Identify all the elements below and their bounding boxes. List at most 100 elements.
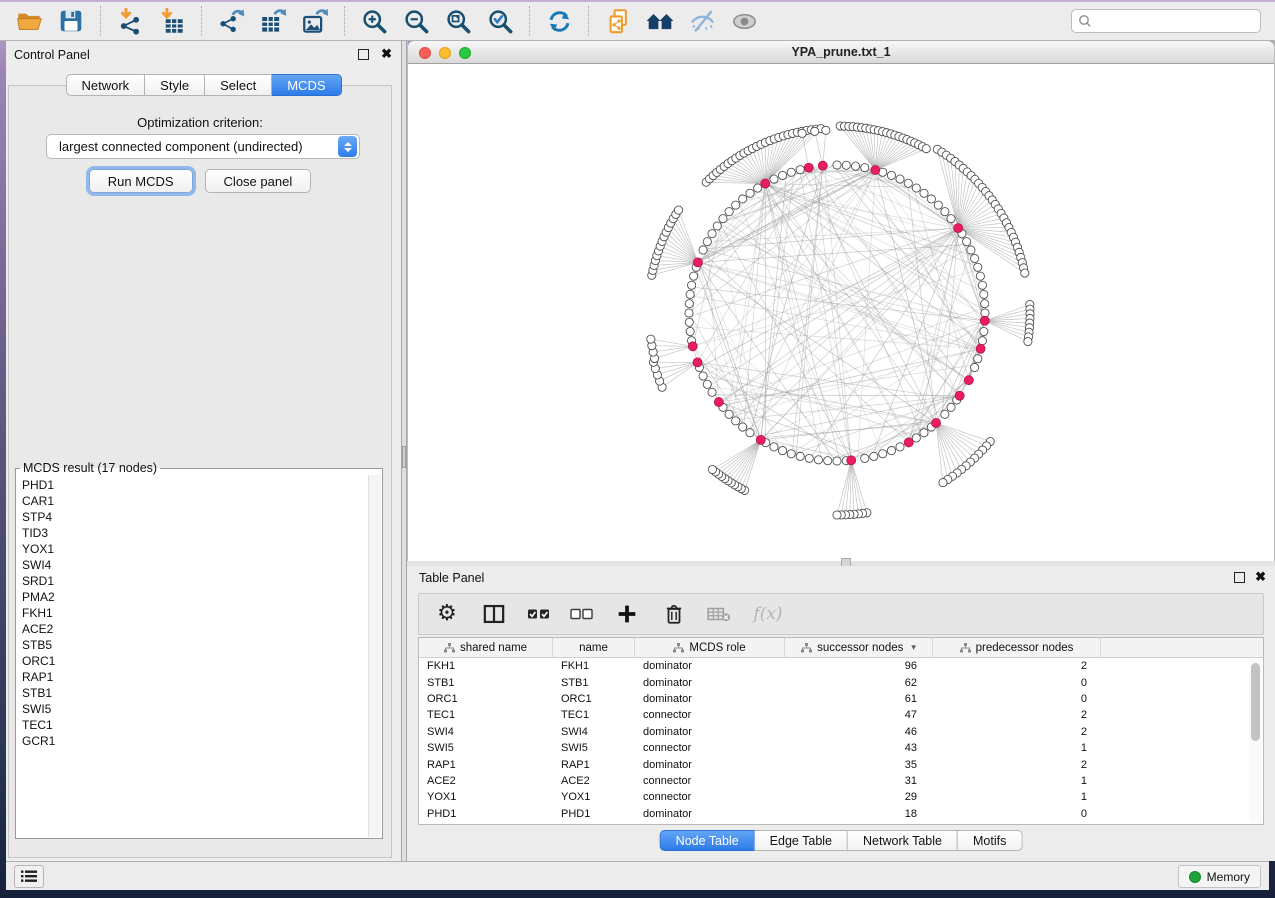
network-node[interactable] [896,175,904,183]
table-row[interactable]: SWI4SWI4dominator462 [419,724,1263,740]
network-node[interactable] [833,457,841,465]
network-node[interactable] [861,454,869,462]
network-node[interactable] [912,184,920,192]
add-column-icon[interactable] [613,600,641,628]
network-node[interactable] [686,290,694,298]
network-node[interactable] [686,327,694,335]
network-node[interactable] [971,363,979,371]
mcds-node[interactable] [847,456,856,465]
table-row[interactable]: ORC1ORC1dominator610 [419,691,1263,707]
network-node[interactable] [787,450,795,458]
criterion-dropdown[interactable]: largest connected component (undirected) [46,134,360,159]
network-node[interactable] [699,246,707,254]
network-node[interactable] [787,168,795,176]
tab-select[interactable]: Select [205,74,272,96]
network-node[interactable] [980,327,988,335]
network-node[interactable] [688,281,696,289]
network-node[interactable] [939,479,947,487]
mcds-result-item[interactable]: STB5 [22,637,368,653]
network-node[interactable] [978,281,986,289]
network-node[interactable] [796,166,804,174]
delete-column-trash-icon[interactable] [660,600,688,628]
mcds-result-item[interactable]: SWI5 [22,701,368,717]
network-node[interactable] [814,456,822,464]
network-node[interactable] [725,410,733,418]
mcds-result-list[interactable]: PHD1CAR1STP4TID3YOX1SWI4SRD1PMA2FKH1ACE2… [16,477,368,838]
column-chooser-icon[interactable] [480,600,508,628]
mcds-result-item[interactable]: ACE2 [22,621,368,637]
mcds-result-item[interactable]: PMA2 [22,589,368,605]
tab-motifs[interactable]: Motifs [958,830,1022,851]
table-row[interactable]: TEC1TEC1connector472 [419,707,1263,723]
node-table[interactable]: shared namenameMCDS rolesuccessor nodes▾… [418,637,1264,825]
network-node[interactable] [887,447,895,455]
tab-network[interactable]: Network [65,74,145,96]
import-network-icon[interactable] [115,6,145,36]
mcds-node[interactable] [761,179,770,188]
search-input[interactable] [1092,14,1254,28]
network-node[interactable] [770,443,778,451]
network-node[interactable] [976,272,984,280]
network-node[interactable] [967,246,975,254]
table-row[interactable]: ACE2ACE2connector311 [419,773,1263,789]
tab-node-table[interactable]: Node Table [660,830,755,851]
column-header-successor-nodes[interactable]: successor nodes▾ [785,638,933,657]
save-session-icon[interactable] [56,6,86,36]
network-node[interactable] [732,201,740,209]
table-settings-gear-icon[interactable]: ⚙ [433,600,461,628]
network-node[interactable] [824,457,832,465]
refresh-view-icon[interactable] [544,6,574,36]
mcds-result-item[interactable]: GCR1 [22,733,368,749]
network-node[interactable] [904,179,912,187]
mcds-node[interactable] [932,418,941,427]
mcds-result-item[interactable]: SWI4 [22,557,368,573]
export-image-icon[interactable] [300,6,330,36]
network-node[interactable] [963,238,971,246]
float-panel-icon[interactable] [1234,572,1245,583]
copy-network-icon[interactable] [603,6,633,36]
hide-selected-icon[interactable] [687,6,717,36]
network-node[interactable] [927,195,935,203]
mcds-node[interactable] [818,161,827,170]
network-node[interactable] [778,171,786,179]
mcds-node[interactable] [954,224,963,233]
first-neighbors-icon[interactable] [645,6,675,36]
scrollbar-thumb[interactable] [1251,663,1260,741]
column-header-predecessor-nodes[interactable]: predecessor nodes [933,638,1101,657]
network-node[interactable] [879,450,887,458]
delete-table-icon[interactable] [705,600,733,628]
network-node[interactable] [971,254,979,262]
zoom-selected-icon[interactable] [485,6,515,36]
network-window-titlebar[interactable]: YPA_prune.txt_1 [408,41,1274,64]
mcds-result-item[interactable]: CAR1 [22,493,368,509]
show-all-eye-icon[interactable] [729,6,759,36]
network-node[interactable] [732,417,740,425]
network-node[interactable] [887,171,895,179]
deselect-all-icon[interactable] [568,600,596,628]
mcds-node[interactable] [976,344,985,353]
network-node[interactable] [778,447,786,455]
mcds-node[interactable] [693,258,702,267]
network-node[interactable] [685,318,693,326]
network-node[interactable] [922,145,930,153]
close-panel-icon[interactable]: ✖ [1255,568,1266,585]
mcds-result-item[interactable]: SRD1 [22,573,368,589]
table-row[interactable]: SWI5SWI5connector431 [419,740,1263,756]
network-node[interactable] [1024,337,1032,345]
network-node[interactable] [842,161,850,169]
mcds-node[interactable] [804,163,813,172]
mcds-list-scrollbar[interactable] [368,475,381,837]
column-header-shared-name[interactable]: shared name [419,638,553,657]
memory-button[interactable]: Memory [1178,865,1261,888]
column-header-name[interactable]: name [553,638,635,657]
close-panel-icon[interactable]: ✖ [381,45,392,62]
network-node[interactable] [920,429,928,437]
network-node[interactable] [798,129,806,137]
network-node[interactable] [861,164,869,172]
network-node[interactable] [699,372,707,380]
mcds-result-item[interactable]: YOX1 [22,541,368,557]
close-panel-button[interactable]: Close panel [205,169,312,193]
table-row[interactable]: STB1STB1dominator620 [419,674,1263,690]
search-box[interactable] [1071,9,1261,33]
export-table-icon[interactable] [258,6,288,36]
